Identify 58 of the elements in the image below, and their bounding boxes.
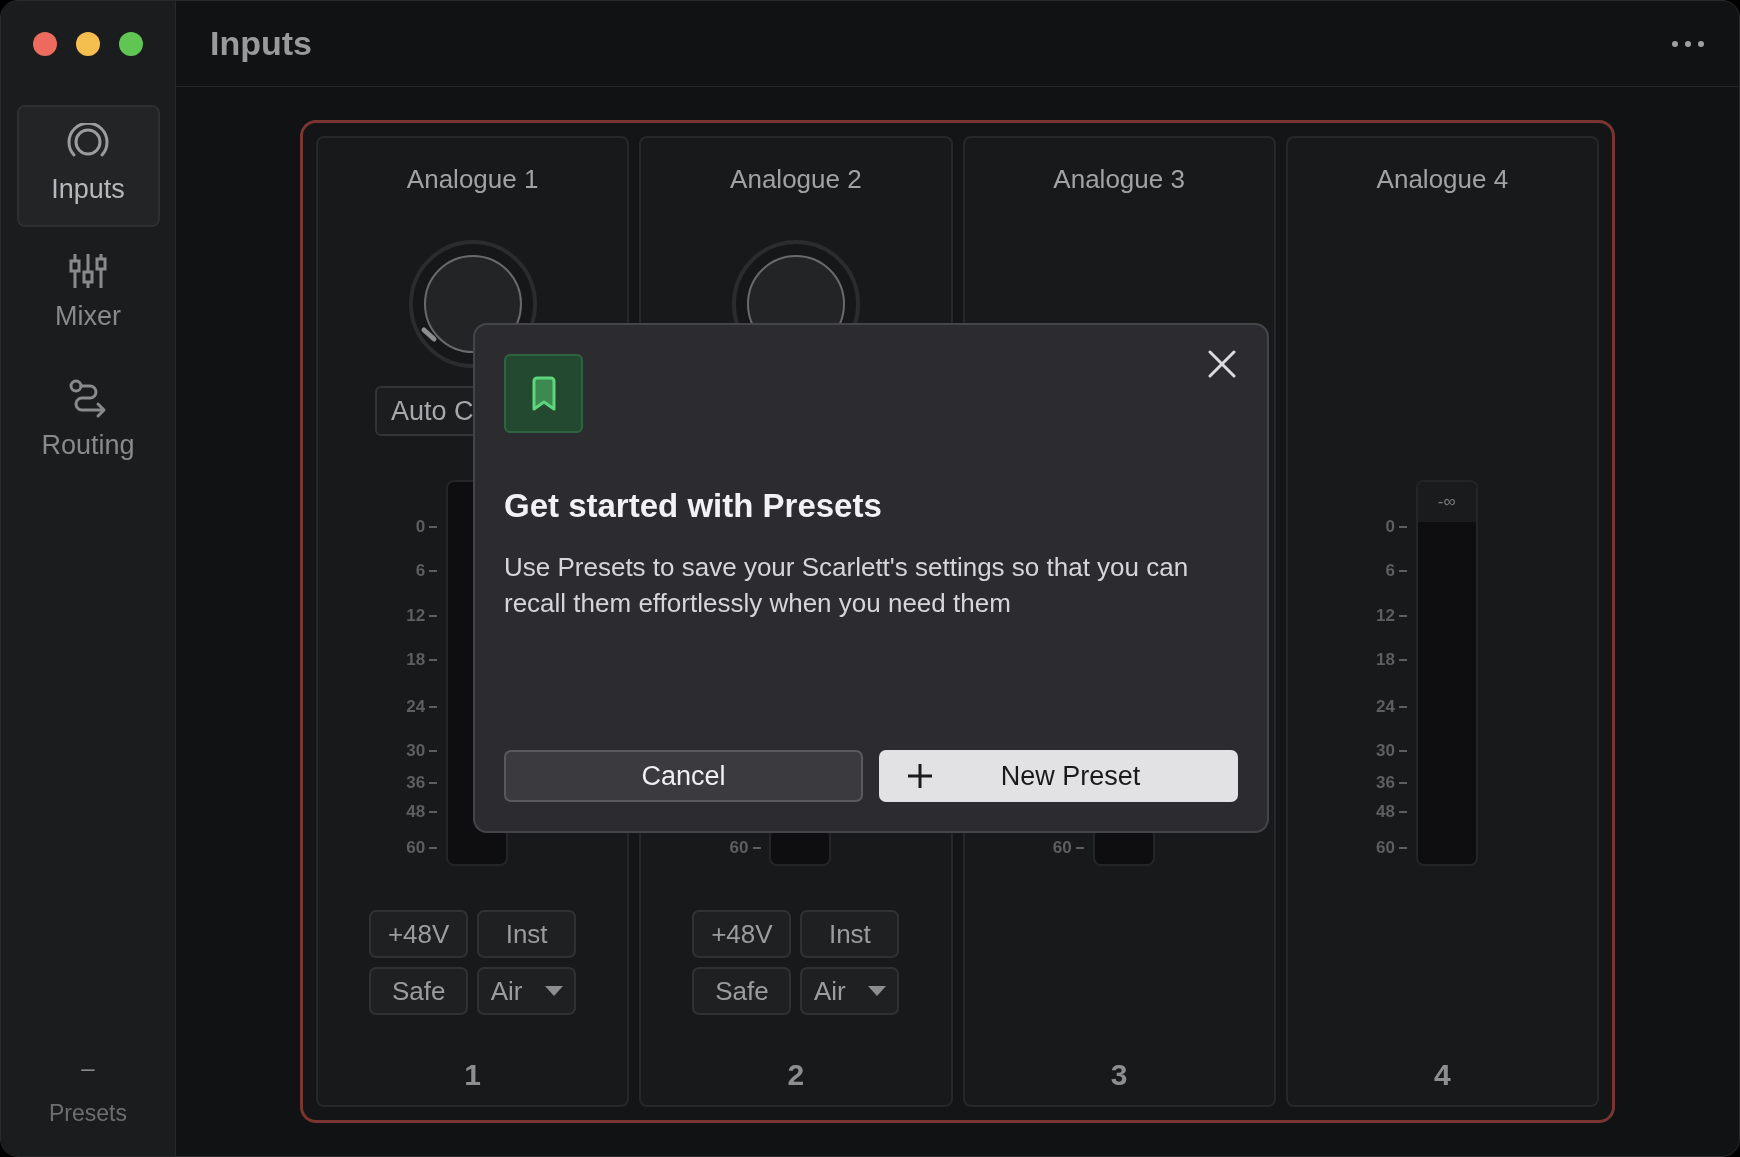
scale-label: 60 — [1376, 837, 1395, 859]
scale-label: 60 — [729, 837, 749, 859]
window-title: Inputs — [210, 23, 312, 64]
dialog-message: Use Presets to save your Scarlett's settings so that you can recall them effortlessly when you need them — [504, 550, 1190, 620]
peak-readout: -∞ — [1417, 482, 1476, 522]
scale-label: 12 — [406, 605, 426, 627]
minimize-window-button[interactable] — [76, 32, 100, 56]
channel-name: Analogue 1 — [406, 163, 539, 192]
channel-name: Analogue 3 — [1053, 163, 1185, 192]
scale-label: 0 — [1385, 516, 1395, 538]
scale-label: 36 — [1376, 772, 1395, 794]
scale-label: 60 — [406, 837, 426, 859]
channel-name: Analogue 2 — [730, 163, 862, 192]
nav-item[interactable]: Routing — [16, 361, 160, 483]
channel-number: 4 — [1434, 1057, 1451, 1093]
scale-label: 18 — [1376, 649, 1395, 671]
air-dropdown[interactable]: Air — [477, 967, 577, 1015]
plus-icon — [907, 763, 933, 789]
scale-label: 24 — [1376, 696, 1395, 718]
toggle-button[interactable]: Safe — [369, 967, 469, 1015]
toggle-button[interactable]: Safe — [692, 967, 792, 1015]
nav-item[interactable]: Inputs — [16, 105, 160, 227]
scale-label: 6 — [415, 560, 426, 582]
air-dropdown[interactable]: Air — [800, 967, 900, 1015]
close-icon[interactable] — [1208, 350, 1236, 378]
scale-label: 48 — [1376, 801, 1395, 823]
new-preset-button[interactable]: New Preset — [879, 750, 1238, 802]
scale-label: 0 — [415, 516, 426, 538]
cancel-button[interactable]: Cancel — [504, 750, 863, 802]
scale-label: 12 — [1376, 605, 1395, 627]
scale-label: 18 — [406, 649, 426, 671]
sliders-icon — [69, 251, 107, 290]
channel-number: 2 — [787, 1057, 805, 1093]
toggle-button[interactable]: +48V — [369, 910, 469, 958]
close-window-button[interactable] — [33, 32, 57, 56]
toggle-button[interactable]: +48V — [692, 910, 792, 958]
presets-button[interactable]: Presets — [49, 1095, 127, 1130]
channel-name: Analogue 4 — [1376, 163, 1509, 192]
bookmark-icon — [504, 354, 583, 433]
zoom-window-button[interactable] — [119, 32, 143, 56]
toggle-button[interactable]: Inst — [800, 910, 900, 958]
scale-label: 30 — [406, 740, 426, 762]
channel-number: 3 — [1110, 1057, 1128, 1093]
channel-number: 1 — [464, 1057, 481, 1093]
preset-value: – — [81, 1055, 95, 1080]
route-arrow-icon — [68, 378, 108, 419]
caret-icon — [544, 986, 563, 996]
scale-label: 6 — [1385, 560, 1395, 582]
dialog-title: Get started with Presets — [504, 486, 883, 526]
scale-label: 60 — [1052, 837, 1072, 859]
scale-label: 24 — [406, 696, 426, 718]
toggle-button[interactable]: Inst — [477, 910, 577, 958]
scale-label: 48 — [406, 801, 426, 823]
nav-item[interactable]: Mixer — [16, 233, 160, 355]
caret-icon — [867, 986, 886, 996]
more-icon[interactable] — [1671, 39, 1705, 48]
scale-label: 30 — [1376, 740, 1395, 762]
scale-label: 36 — [406, 772, 426, 794]
